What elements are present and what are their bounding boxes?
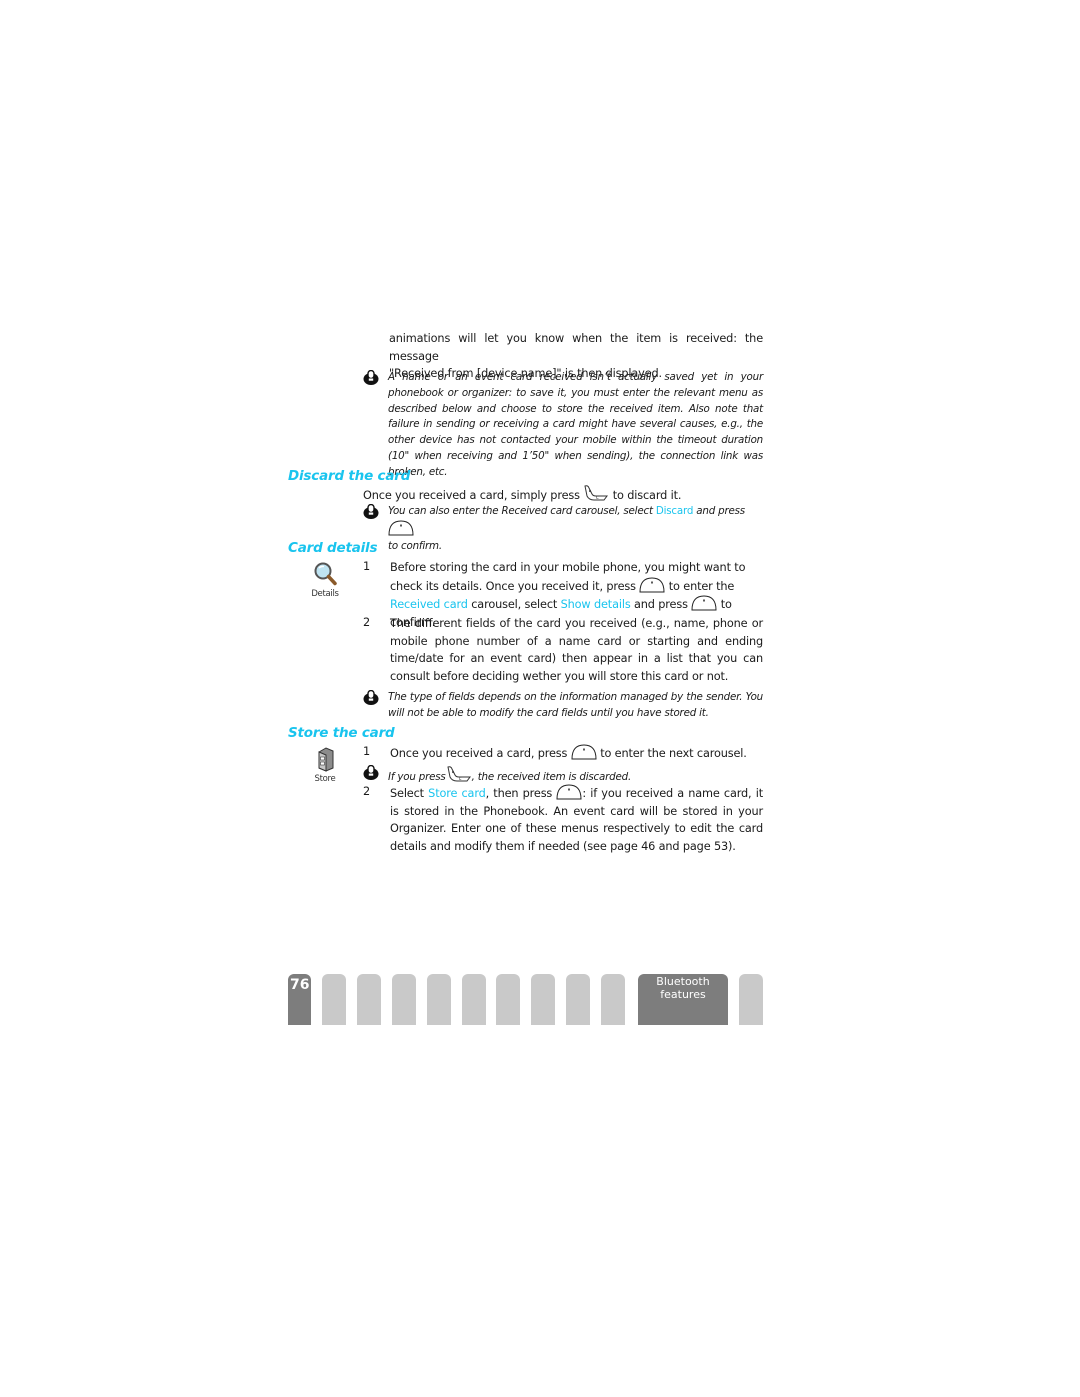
- store-step-2-text-1: Select: [390, 787, 424, 800]
- chapter-tab: [322, 974, 346, 1025]
- chapter-tab: [496, 974, 520, 1025]
- note-received-card: A name or an event card received isn’t a…: [388, 371, 763, 478]
- warning-note-icon: [363, 370, 379, 385]
- hangup-c-key-icon: [446, 765, 472, 783]
- store-step-2: Select Store card, then press : if you r…: [390, 784, 763, 855]
- warning-note-icon: [363, 504, 379, 519]
- chapter-tab-label-line-2: features: [660, 987, 706, 1001]
- page-number: 76: [290, 977, 310, 993]
- heading-store-the-card: Store the card: [288, 725, 395, 741]
- step-number: 1: [363, 560, 371, 573]
- store-step-2-text-2: , then press: [485, 787, 553, 800]
- details-step-2: The different fields of the card you rec…: [390, 617, 763, 683]
- note-discard-text-1: You can also enter the Received card car…: [388, 505, 653, 517]
- store-step-1-text-2: to enter the next carousel.: [600, 747, 747, 760]
- ok-key-icon: [556, 784, 582, 800]
- chapter-tab: [427, 974, 451, 1025]
- chapter-tab: [739, 974, 763, 1025]
- step-number: 2: [363, 785, 371, 798]
- page-number-tab: 76: [288, 974, 311, 1025]
- filing-cabinet-icon: [318, 747, 334, 772]
- heading-card-details: Card details: [288, 540, 378, 556]
- menu-option-discard: Discard: [655, 505, 694, 517]
- step-number: 2: [363, 616, 371, 629]
- chapter-tab: [566, 974, 590, 1025]
- note-card-fields: The type of fields depends on the inform…: [388, 691, 763, 719]
- store-step-1-text-1: Once you received a card, press: [390, 747, 568, 760]
- chapter-tab: [392, 974, 416, 1025]
- discard-text-before: Once you received a card, simply press: [363, 489, 580, 502]
- ok-key-icon: [571, 744, 597, 760]
- chapter-tab: [601, 974, 625, 1025]
- chapter-tab: [531, 974, 555, 1025]
- details-icon-label: Details: [311, 589, 339, 599]
- store-step-1: Once you received a card, press to enter…: [390, 744, 763, 763]
- heading-discard-the-card: Discard the card: [288, 468, 411, 484]
- details-step-1-text-2: to enter the: [668, 579, 735, 593]
- ok-key-icon: [691, 595, 717, 611]
- menu-option-show-details: Show details: [560, 598, 631, 612]
- warning-note-icon: [363, 690, 379, 705]
- ok-key-icon: [639, 577, 665, 593]
- discard-instruction: Once you received a card, simply press t…: [363, 484, 763, 505]
- ok-key-icon: [388, 520, 414, 536]
- note-discard-text-2: and press: [696, 505, 745, 517]
- hangup-c-key-icon: [583, 484, 609, 502]
- intro-line-1: animations will let you know when the it…: [389, 332, 763, 363]
- note-store-discard: If you press , the received item is disca…: [388, 765, 763, 786]
- note-discard-text-3: to confirm.: [388, 539, 442, 552]
- note-discard: You can also enter the Received card car…: [388, 504, 763, 554]
- note-store-text-1: If you press: [388, 771, 446, 783]
- chapter-tab-label: Bluetooth features: [638, 974, 728, 1001]
- chapter-tab-label-line-1: Bluetooth: [656, 975, 710, 988]
- warning-note-icon: [363, 765, 379, 780]
- discard-text-after: to discard it.: [612, 489, 682, 502]
- menu-option-store-card: Store card: [428, 787, 486, 800]
- details-step-1-text-3: carousel, select: [471, 598, 558, 612]
- chapter-tab-bluetooth-features: Bluetooth features: [638, 974, 728, 1025]
- magnifier-icon: [314, 562, 337, 586]
- note-store-text-2: , the received item is discarded.: [471, 771, 632, 783]
- chapter-tab: [462, 974, 486, 1025]
- chapter-tab: [357, 974, 381, 1025]
- menu-received-card: Received card: [390, 598, 468, 612]
- details-step-1-text-4: and press: [634, 598, 688, 612]
- step-number: 1: [363, 745, 371, 758]
- store-icon-label: Store: [314, 774, 336, 784]
